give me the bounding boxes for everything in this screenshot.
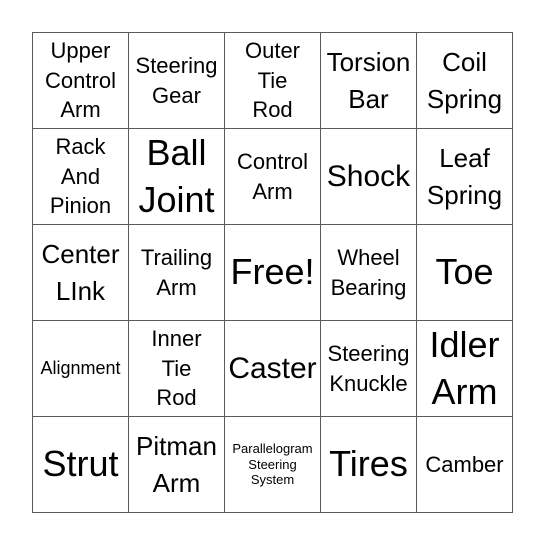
bingo-cell[interactable]: Torsion Bar — [321, 33, 417, 129]
bingo-cell[interactable]: Control Arm — [225, 129, 321, 225]
bingo-free-space[interactable]: Free! — [225, 225, 321, 321]
bingo-cell[interactable]: Pitman Arm — [129, 417, 225, 513]
bingo-cell[interactable]: Leaf Spring — [417, 129, 513, 225]
bingo-cell[interactable]: Strut — [33, 417, 129, 513]
bingo-cell[interactable]: Center LInk — [33, 225, 129, 321]
bingo-cell[interactable]: Idler Arm — [417, 321, 513, 417]
bingo-cell[interactable]: Camber — [417, 417, 513, 513]
bingo-cell[interactable]: Inner Tie Rod — [129, 321, 225, 417]
bingo-cell[interactable]: Coil Spring — [417, 33, 513, 129]
bingo-cell[interactable]: Steering Gear — [129, 33, 225, 129]
bingo-cell[interactable]: Caster — [225, 321, 321, 417]
bingo-cell[interactable]: Ball Joint — [129, 129, 225, 225]
bingo-cell[interactable]: Parallelogram Steering System — [225, 417, 321, 513]
bingo-cell[interactable]: Shock — [321, 129, 417, 225]
bingo-cell[interactable]: Rack And Pinion — [33, 129, 129, 225]
bingo-board: Upper Control Arm Steering Gear Outer Tie … — [32, 32, 513, 513]
bingo-cell[interactable]: Upper Control Arm — [33, 33, 129, 129]
bingo-cell[interactable]: Outer Tie Rod — [225, 33, 321, 129]
bingo-cell[interactable]: Tires — [321, 417, 417, 513]
bingo-cell[interactable]: Wheel Bearing — [321, 225, 417, 321]
bingo-cell[interactable]: Toe — [417, 225, 513, 321]
bingo-cell[interactable]: Trailing Arm — [129, 225, 225, 321]
bingo-cell[interactable]: Alignment — [33, 321, 129, 417]
bingo-cell[interactable]: Steering Knuckle — [321, 321, 417, 417]
